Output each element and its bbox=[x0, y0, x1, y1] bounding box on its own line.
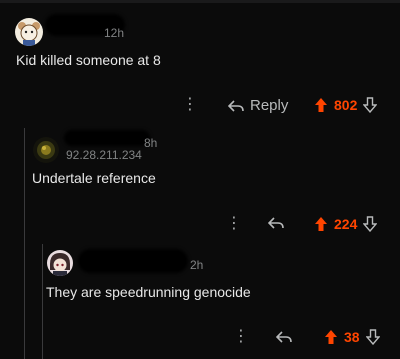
user-avatar[interactable] bbox=[33, 137, 59, 163]
vote-count: 802 bbox=[334, 97, 358, 113]
reply-arrow-icon bbox=[276, 331, 292, 343]
reply-button[interactable] bbox=[276, 330, 292, 344]
more-options-icon[interactable]: ⋮ bbox=[233, 329, 249, 345]
upvote-arrow-icon[interactable] bbox=[314, 216, 328, 232]
upvote-arrow-icon[interactable] bbox=[324, 329, 338, 345]
comment-body: Kid killed someone at 8 bbox=[16, 52, 161, 68]
downvote-arrow-icon[interactable] bbox=[363, 97, 378, 113]
downvote-arrow-icon[interactable] bbox=[365, 329, 380, 345]
thread-line[interactable] bbox=[24, 128, 25, 359]
ip-address: 92.28.211.234 bbox=[66, 148, 142, 162]
more-options-icon[interactable]: ⋮ bbox=[226, 216, 242, 232]
comment-timestamp: 12h bbox=[104, 26, 125, 40]
thread-line[interactable] bbox=[42, 244, 43, 359]
vote-control: 224 bbox=[314, 216, 378, 232]
redacted-username bbox=[78, 249, 188, 273]
comment-timestamp: 8h bbox=[144, 136, 158, 150]
upvote-arrow-icon[interactable] bbox=[314, 97, 328, 113]
user-avatar[interactable] bbox=[15, 18, 43, 46]
reply-label: Reply bbox=[250, 97, 289, 114]
more-options-icon[interactable]: ⋮ bbox=[182, 97, 198, 113]
redacted-username bbox=[64, 130, 150, 146]
vote-count: 224 bbox=[334, 216, 358, 232]
vote-control: 38 bbox=[324, 329, 380, 345]
downvote-arrow-icon[interactable] bbox=[363, 216, 378, 232]
comment-timestamp: 2h bbox=[190, 258, 204, 272]
reply-button[interactable]: Reply bbox=[228, 97, 288, 114]
reply-arrow-icon bbox=[268, 217, 284, 229]
vote-control: 802 bbox=[314, 97, 378, 113]
comment-body: Undertale reference bbox=[32, 170, 156, 186]
comment-body: They are speedrunning genocide bbox=[46, 284, 251, 300]
vote-count: 38 bbox=[344, 329, 360, 345]
reply-arrow-icon bbox=[228, 99, 244, 112]
user-avatar[interactable] bbox=[47, 250, 73, 276]
top-divider bbox=[0, 0, 400, 3]
reply-button[interactable] bbox=[268, 216, 284, 230]
